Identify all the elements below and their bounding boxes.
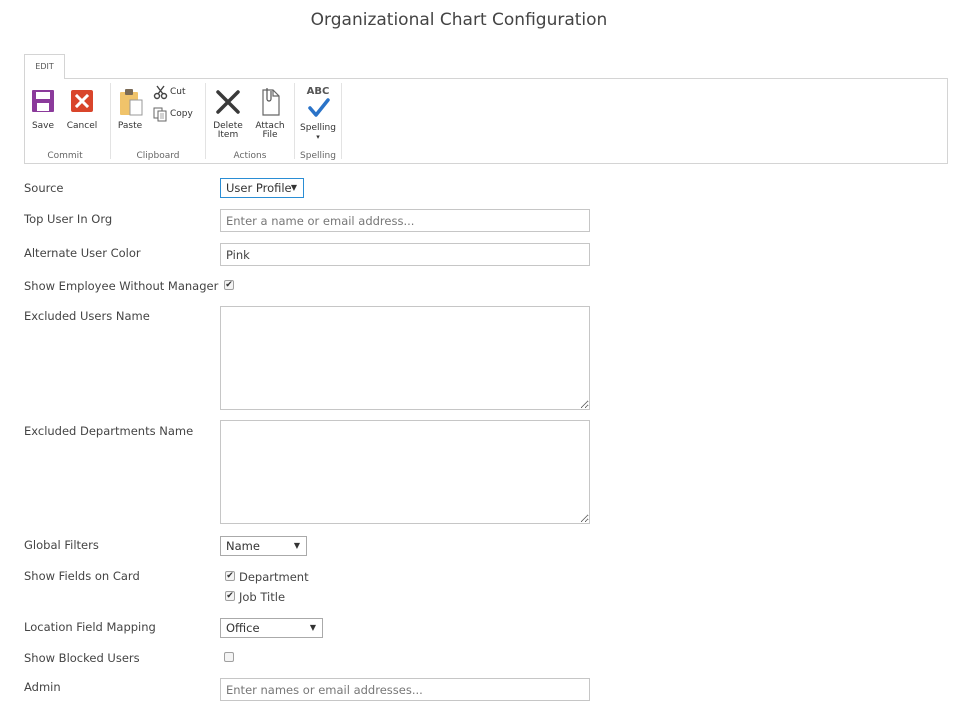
excluded-users-textarea[interactable] xyxy=(220,306,590,410)
admin-label: Admin xyxy=(24,680,61,694)
global-filters-select-value: Name xyxy=(226,539,260,553)
location-mapping-select-value: Office xyxy=(226,621,260,635)
attach-label-line2: File xyxy=(252,130,288,140)
excluded-departments-textarea[interactable] xyxy=(220,420,590,524)
group-divider xyxy=(341,83,342,159)
cut-label: Cut xyxy=(170,85,186,99)
actions-group-label: Actions xyxy=(206,151,294,161)
actions-group: Delete Item Attach File Actions xyxy=(206,79,294,163)
excluded-users-label: Excluded Users Name xyxy=(24,309,150,323)
chevron-down-icon: ▼ xyxy=(310,619,316,637)
spelling-group-label: Spelling xyxy=(295,151,341,161)
top-user-input[interactable] xyxy=(220,209,590,232)
paste-button[interactable]: Paste xyxy=(115,87,145,133)
alt-color-label: Alternate User Color xyxy=(24,246,141,260)
job-title-checkbox[interactable]: ✔ xyxy=(225,591,235,601)
save-button[interactable]: Save xyxy=(27,87,59,133)
paste-icon xyxy=(118,87,144,117)
job-title-option-label: Job Title xyxy=(239,590,285,604)
chevron-down-icon: ▼ xyxy=(294,537,300,555)
attach-file-button[interactable]: Attach File xyxy=(252,87,288,143)
copy-label: Copy xyxy=(170,107,193,121)
location-mapping-label: Location Field Mapping xyxy=(24,620,156,634)
cancel-label: Cancel xyxy=(63,121,101,131)
scissors-icon xyxy=(153,85,168,100)
source-label: Source xyxy=(24,181,64,195)
alt-color-input[interactable] xyxy=(220,243,590,266)
global-filters-select[interactable]: Name ▼ xyxy=(220,536,307,556)
copy-button[interactable]: Copy xyxy=(153,107,205,121)
show-blocked-checkbox[interactable] xyxy=(224,652,234,662)
show-without-manager-label: Show Employee Without Manager xyxy=(24,279,218,293)
paste-label: Paste xyxy=(115,121,145,131)
show-without-manager-checkbox[interactable]: ✔ xyxy=(224,280,234,290)
delete-label-line2: Item xyxy=(210,130,246,140)
chevron-down-icon: ▾ xyxy=(299,132,337,142)
tab-edit[interactable]: EDIT xyxy=(24,54,65,79)
department-checkbox[interactable]: ✔ xyxy=(225,571,235,581)
cancel-icon xyxy=(70,89,94,113)
save-icon xyxy=(31,89,55,113)
delete-item-button[interactable]: Delete Item xyxy=(210,87,246,143)
excluded-departments-label: Excluded Departments Name xyxy=(24,424,193,438)
global-filters-label: Global Filters xyxy=(24,538,99,552)
ribbon: Save Cancel Commit Paste xyxy=(24,78,948,164)
top-user-label: Top User In Org xyxy=(24,212,112,226)
copy-icon xyxy=(153,107,168,122)
chevron-down-icon: ▼ xyxy=(291,179,297,197)
location-mapping-select[interactable]: Office ▼ xyxy=(220,618,323,638)
cut-button[interactable]: Cut xyxy=(153,85,203,99)
show-fields-label: Show Fields on Card xyxy=(24,569,140,583)
clipboard-group: Paste Cut Copy Clipboard xyxy=(111,79,205,163)
commit-group-label: Commit xyxy=(25,151,105,161)
department-option-label: Department xyxy=(239,570,309,584)
cancel-button[interactable]: Cancel xyxy=(63,87,101,133)
spelling-abc-text: ABC xyxy=(299,87,337,97)
commit-group: Save Cancel Commit xyxy=(25,79,105,163)
source-select[interactable]: User Profile ▼ xyxy=(220,178,304,198)
save-label: Save xyxy=(27,121,59,131)
paperclip-icon xyxy=(258,87,282,117)
spelling-group: ABC Spelling ▾ Spelling xyxy=(295,79,341,163)
page-title: Organizational Chart Configuration xyxy=(0,10,918,30)
spelling-button[interactable]: ABC Spelling ▾ xyxy=(299,85,337,145)
delete-icon xyxy=(215,89,241,115)
show-blocked-label: Show Blocked Users xyxy=(24,651,140,665)
checkmark-icon xyxy=(308,98,330,118)
admin-input[interactable] xyxy=(220,678,590,701)
clipboard-group-label: Clipboard xyxy=(111,151,205,161)
source-select-value: User Profile xyxy=(226,181,292,195)
